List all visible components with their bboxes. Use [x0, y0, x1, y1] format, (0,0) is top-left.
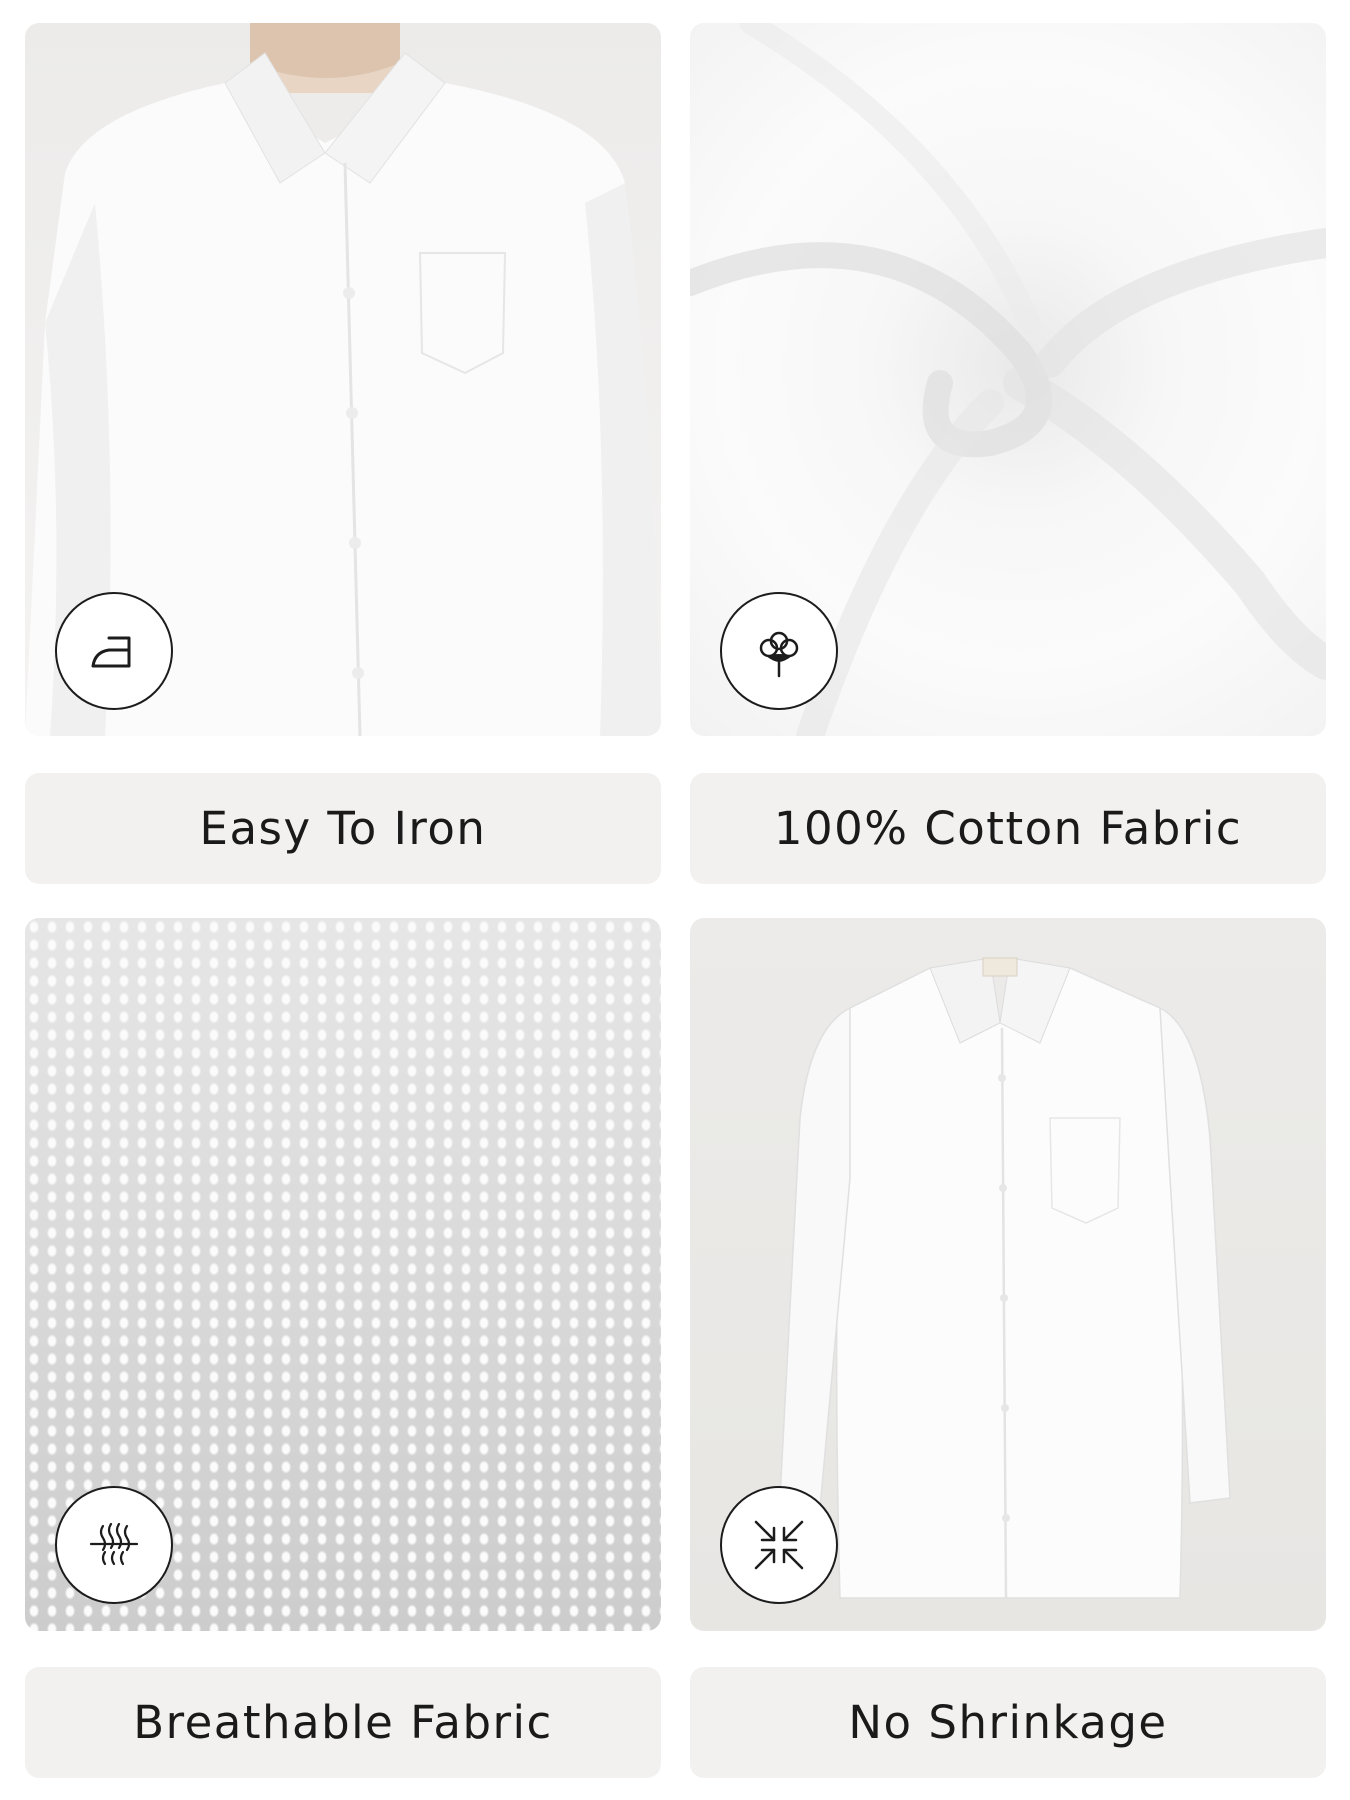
iron-icon	[91, 636, 131, 668]
no-shrinkage-badge	[720, 1486, 838, 1604]
feature-label-card-breathable: Breathable Fabric	[25, 1667, 661, 1778]
iron-badge	[55, 592, 173, 710]
feature-label-card-cotton: 100% Cotton Fabric	[690, 773, 1326, 884]
no-shrinkage-icon	[754, 1520, 804, 1570]
feature-label-card-iron: Easy To Iron	[25, 773, 661, 884]
cotton-badge	[720, 592, 838, 710]
feature-label-breathable-fabric: Breathable Fabric	[133, 1696, 553, 1749]
feature-label-easy-to-iron: Easy To Iron	[199, 802, 487, 855]
feature-label-cotton-fabric: 100% Cotton Fabric	[773, 802, 1243, 855]
breathable-icon	[89, 1522, 139, 1566]
fabric-weave-image	[25, 918, 661, 1631]
fabric-swirl-image	[690, 23, 1326, 736]
cotton-icon	[759, 631, 799, 678]
flat-shirt-image	[690, 918, 1326, 1631]
feature-label-card-no-shrinkage: No Shrinkage	[690, 1667, 1326, 1778]
model-shirt-image	[25, 23, 661, 736]
breathable-badge	[55, 1486, 173, 1604]
feature-label-no-shrinkage: No Shrinkage	[848, 1696, 1168, 1749]
